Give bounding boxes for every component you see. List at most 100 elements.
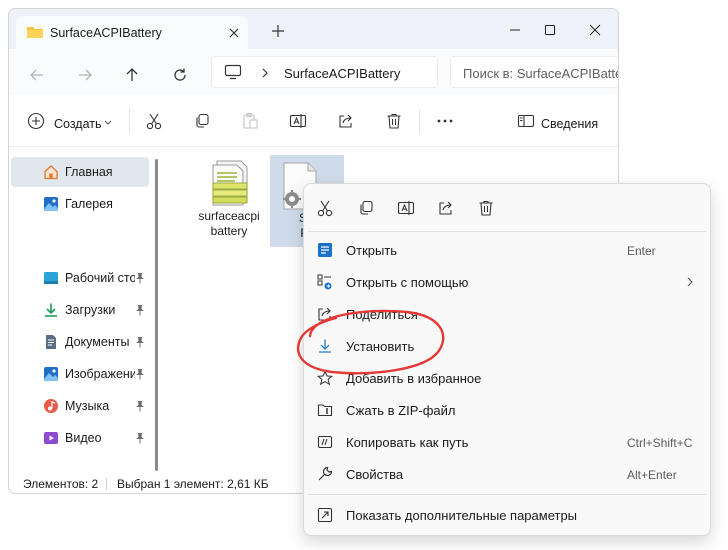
pin-icon[interactable] <box>135 432 145 444</box>
menu-item-compress-zip[interactable]: Сжать в ZIP-файл <box>308 394 706 426</box>
copy-icon[interactable] <box>353 195 379 221</box>
catalog-file-icon <box>205 159 253 209</box>
menu-item-properties[interactable]: Свойства Alt+Enter <box>308 458 706 490</box>
sidebar-item-desktop[interactable]: Рабочий стол <box>11 263 149 293</box>
delete-icon[interactable] <box>381 108 407 134</box>
new-tab-icon[interactable] <box>271 24 285 38</box>
menu-item-open[interactable]: Открыть Enter <box>308 234 706 266</box>
sidebar-item-home[interactable]: Главная <box>11 157 149 187</box>
context-menu: Открыть Enter Открыть с помощью Поделить… <box>303 183 711 536</box>
menu-item-label: Копировать как путь <box>346 435 469 450</box>
tab-surfaceacpibattery[interactable]: SurfaceACPIBattery <box>16 16 248 49</box>
paste-icon[interactable] <box>237 108 263 134</box>
sidebar-item-label: Рабочий стол <box>65 271 135 285</box>
menu-item-copy-as-path[interactable]: Копировать как путь Ctrl+Shift+C <box>308 426 706 458</box>
sidebar-item-label: Загрузки <box>65 303 116 317</box>
pin-icon[interactable] <box>135 336 145 348</box>
cut-icon[interactable] <box>141 108 167 134</box>
create-button[interactable]: Создать <box>54 117 102 131</box>
menu-item-label: Поделиться <box>346 307 418 322</box>
pin-icon[interactable] <box>135 368 145 380</box>
videos-icon <box>43 430 59 446</box>
music-icon <box>43 398 59 414</box>
back-arrow-icon[interactable] <box>25 63 49 87</box>
menu-item-shortcut: Ctrl+Shift+C <box>627 436 693 450</box>
search-input[interactable]: Поиск в: SurfaceACPIBattery <box>450 56 619 88</box>
sidebar-item-videos[interactable]: Видео <box>11 423 149 453</box>
sidebar-item-downloads[interactable]: Загрузки <box>11 295 149 325</box>
chevron-down-icon[interactable] <box>104 120 112 126</box>
sidebar-item-documents[interactable]: Документы <box>11 327 149 357</box>
documents-icon <box>43 334 59 350</box>
file-item[interactable]: surfaceacpi battery <box>190 155 268 239</box>
sidebar-item-label: Видео <box>65 431 102 445</box>
toolbar-divider <box>129 109 130 133</box>
pin-icon[interactable] <box>135 272 145 284</box>
maximize-icon[interactable] <box>532 17 568 43</box>
open-with-icon <box>317 274 333 290</box>
menu-item-shortcut: Alt+Enter <box>627 468 677 482</box>
share-icon[interactable] <box>333 108 359 134</box>
computer-icon <box>224 64 242 80</box>
share-icon[interactable] <box>433 195 459 221</box>
gallery-icon <box>43 196 59 212</box>
zip-icon <box>317 402 333 418</box>
sidebar-item-pictures[interactable]: Изображения <box>11 359 149 389</box>
create-plus-icon[interactable] <box>23 108 49 134</box>
copy-icon[interactable] <box>189 108 215 134</box>
home-icon <box>43 164 59 180</box>
search-placeholder: Поиск в: SurfaceACPIBattery <box>463 66 619 81</box>
up-arrow-icon[interactable] <box>120 63 144 87</box>
sidebar-item-label: Документы <box>65 335 130 349</box>
menu-item-show-more-options[interactable]: Показать дополнительные параметры <box>308 499 706 531</box>
cut-icon[interactable] <box>312 195 338 221</box>
install-icon <box>317 338 333 354</box>
tab-title: SurfaceACPIBattery <box>50 26 162 40</box>
menu-item-label: Сжать в ZIP-файл <box>346 403 456 418</box>
share-icon <box>317 306 333 322</box>
sidebar-item-music[interactable]: Музыка <box>11 391 149 421</box>
menu-item-add-to-favorites[interactable]: Добавить в избранное <box>308 362 706 394</box>
desktop-icon <box>43 270 59 286</box>
toolbar-divider <box>419 109 420 133</box>
close-tab-icon[interactable] <box>226 25 242 41</box>
details-button[interactable]: Сведения <box>541 117 598 131</box>
menu-divider <box>308 494 706 495</box>
sidebar-scrollbar[interactable] <box>155 159 158 471</box>
chevron-right-icon[interactable] <box>260 67 270 79</box>
favorite-icon <box>317 370 333 386</box>
item-count: Элементов: 2 <box>23 477 99 491</box>
status-divider <box>106 478 107 490</box>
rename-icon[interactable] <box>285 108 311 134</box>
title-bar: SurfaceACPIBattery <box>9 9 618 49</box>
menu-item-label: Свойства <box>346 467 404 482</box>
menu-item-label: Показать дополнительные параметры <box>346 508 578 523</box>
sidebar-item-label: Изображения <box>65 367 135 381</box>
refresh-icon[interactable] <box>168 63 192 87</box>
sidebar-item-gallery[interactable]: Галерея <box>11 189 149 219</box>
rename-icon[interactable] <box>393 195 419 221</box>
properties-icon <box>317 466 333 482</box>
menu-item-open-with[interactable]: Открыть с помощью <box>308 266 706 298</box>
chevron-right-icon <box>686 276 694 288</box>
pin-icon[interactable] <box>135 304 145 316</box>
command-bar: Создать Сведения <box>9 95 618 147</box>
pin-icon[interactable] <box>135 400 145 412</box>
close-window-icon[interactable] <box>577 17 613 43</box>
sidebar-item-label: Музыка <box>65 399 110 413</box>
address-path: SurfaceACPIBattery <box>284 66 401 81</box>
delete-icon[interactable] <box>473 195 499 221</box>
details-pane-icon[interactable] <box>513 108 539 134</box>
open-icon <box>317 242 333 258</box>
menu-item-label: Открыть <box>346 243 398 258</box>
minimize-icon[interactable] <box>497 17 533 43</box>
address-bar[interactable]: SurfaceACPIBattery <box>211 56 438 88</box>
forward-arrow-icon[interactable] <box>73 63 97 87</box>
navigation-bar: SurfaceACPIBattery Поиск в: SurfaceACPIB… <box>9 49 618 95</box>
sidebar-divider <box>11 238 149 239</box>
more-options-icon[interactable] <box>432 108 458 134</box>
pictures-icon <box>43 366 59 382</box>
menu-item-share[interactable]: Поделиться <box>308 298 706 330</box>
more-options-icon <box>317 507 333 523</box>
menu-item-install[interactable]: Установить <box>308 330 706 362</box>
